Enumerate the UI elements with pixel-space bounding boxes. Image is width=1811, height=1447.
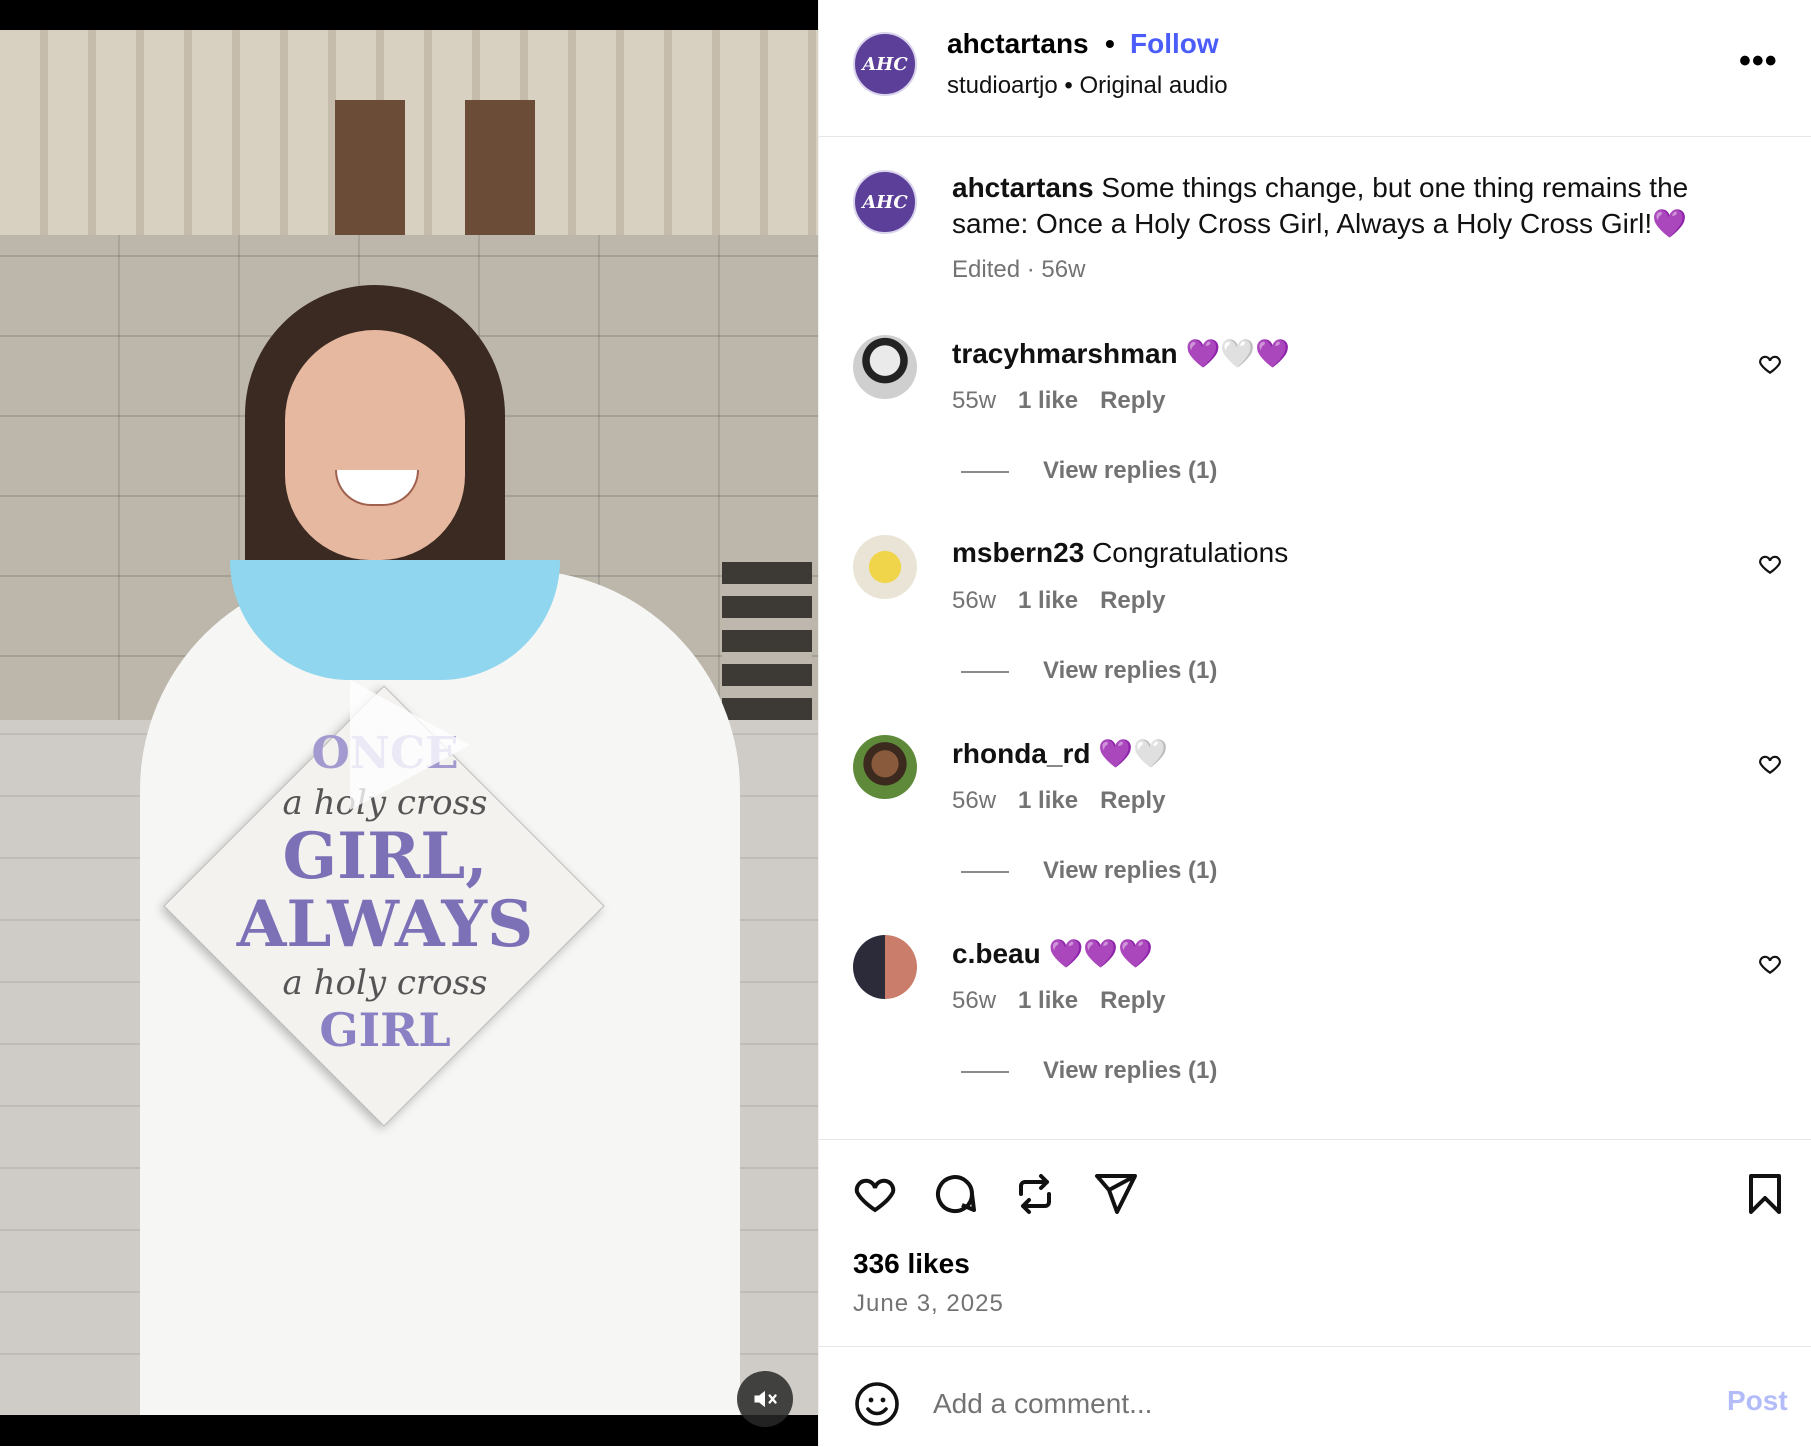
comment-input[interactable] [931, 1381, 1695, 1427]
follow-button[interactable]: Follow [1130, 28, 1219, 60]
comment-meta: 56w 1 like Reply [952, 987, 1187, 1015]
comment-likes[interactable]: 1 like [1018, 987, 1078, 1014]
caption-meta: Edited · 56w [952, 256, 1086, 283]
comment-likes[interactable]: 1 like [1018, 787, 1078, 814]
view-replies-label[interactable]: View replies (1) [1043, 857, 1217, 884]
cap-text-line: a holy cross [282, 963, 488, 1003]
comment-emoji: 💜🤍 [1098, 738, 1168, 769]
comment-item: rhonda_rd 💜🤍 56w 1 like Reply View replies… [819, 735, 1811, 935]
view-replies-button[interactable]: View replies (1) [961, 857, 1217, 885]
more-options-icon[interactable]: ••• [1739, 42, 1778, 81]
caption-username[interactable]: ahctartans [952, 172, 1094, 203]
audio-user[interactable]: studioartjo [947, 72, 1058, 99]
author-avatar[interactable]: AHC [853, 32, 917, 96]
repost-icon[interactable] [1011, 1170, 1059, 1218]
bookmark-icon[interactable] [1741, 1170, 1789, 1218]
person-face [285, 330, 465, 560]
replies-dash [961, 470, 1009, 473]
comment-like-heart-icon[interactable] [1757, 751, 1783, 777]
author-username[interactable]: ahctartans [947, 28, 1089, 60]
comment-item: msbern23 Congratulations 56w 1 like Reply … [819, 535, 1811, 735]
background-building [0, 30, 818, 240]
comment-age: 56w [952, 987, 997, 1014]
comment-like-heart-icon[interactable] [1757, 351, 1783, 377]
action-bar: 336 likes June 3, 2025 [819, 1139, 1811, 1350]
cap-text-line: GIRL, ALWAYS [236, 819, 534, 962]
comment-emoji: 💜🤍💜 [1185, 338, 1291, 369]
post-date: June 3, 2025 [853, 1290, 1004, 1317]
post-panel: AHC ahctartans • Follow studioartjo • Or… [818, 0, 1811, 1446]
view-replies-button[interactable]: View replies (1) [961, 657, 1217, 685]
purple-heart-emoji: 💜 [1652, 208, 1688, 239]
replies-dash [961, 870, 1009, 873]
avatar[interactable] [853, 935, 917, 999]
view-replies-button[interactable]: View replies (1) [961, 1057, 1217, 1085]
comment-text: c.beau 💜💜💜 [952, 937, 1153, 970]
comment-body: Congratulations [1092, 537, 1289, 568]
comment-text: msbern23 Congratulations [952, 537, 1288, 569]
comment-age: 56w [952, 587, 997, 614]
view-replies-button[interactable]: View replies (1) [961, 457, 1217, 485]
comment-age: 56w [952, 787, 997, 814]
comment-username[interactable]: rhonda_rd [952, 738, 1090, 769]
view-replies-label[interactable]: View replies (1) [1043, 457, 1217, 484]
comment-meta: 55w 1 like Reply [952, 387, 1187, 415]
view-replies-label[interactable]: View replies (1) [1043, 1057, 1217, 1084]
replies-dash [961, 670, 1009, 673]
reply-button[interactable]: Reply [1100, 787, 1165, 814]
play-icon[interactable] [350, 680, 470, 810]
comment-username[interactable]: msbern23 [952, 537, 1084, 568]
comment-bubble-icon[interactable] [931, 1170, 979, 1218]
post-header: AHC ahctartans • Follow studioartjo • Or… [819, 0, 1811, 137]
audio-attribution[interactable]: studioartjo • Original audio [947, 72, 1228, 100]
caption-body: ahctartans Some things change, but one t… [952, 170, 1752, 242]
comment-likes[interactable]: 1 like [1018, 387, 1078, 414]
comment-emoji: 💜💜💜 [1048, 938, 1154, 969]
post-caption: AHC ahctartans Some things change, but o… [819, 136, 1811, 306]
cap-text-line: GIRL [319, 1003, 451, 1057]
like-heart-icon[interactable] [851, 1170, 899, 1218]
avatar[interactable] [853, 735, 917, 799]
like-count[interactable]: 336 likes [853, 1248, 970, 1280]
avatar[interactable] [853, 535, 917, 599]
comment-meta: 56w 1 like Reply [952, 587, 1187, 615]
caption-author-avatar[interactable]: AHC [853, 170, 917, 234]
separator-dot: • [1064, 72, 1073, 99]
share-send-icon[interactable] [1091, 1170, 1139, 1218]
comment-username[interactable]: tracyhmarshman [952, 338, 1178, 369]
post-media[interactable]: ONCE a holy cross GIRL, ALWAYS a holy cr… [0, 0, 818, 1446]
comment-item: c.beau 💜💜💜 56w 1 like Reply View replies (… [819, 935, 1811, 1135]
replies-dash [961, 1070, 1009, 1073]
comment-age: 55w [952, 387, 997, 414]
reply-button[interactable]: Reply [1100, 387, 1165, 414]
comment-like-heart-icon[interactable] [1757, 951, 1783, 977]
comment-text: tracyhmarshman 💜🤍💜 [952, 337, 1290, 370]
comment-item: tracyhmarshman 💜🤍💜 55w 1 like Reply View r… [819, 335, 1811, 535]
muted-speaker-glyph [754, 1390, 777, 1408]
comment-composer: Post [819, 1346, 1811, 1447]
audio-label[interactable]: Original audio [1079, 72, 1227, 99]
comment-text: rhonda_rd 💜🤍 [952, 737, 1168, 770]
emoji-icon[interactable] [853, 1380, 901, 1428]
background-vent [722, 560, 812, 720]
video-frame[interactable]: ONCE a holy cross GIRL, ALWAYS a holy cr… [0, 30, 818, 1415]
post-button[interactable]: Post [1727, 1385, 1788, 1417]
comment-likes[interactable]: 1 like [1018, 587, 1078, 614]
view-replies-label[interactable]: View replies (1) [1043, 657, 1217, 684]
comment-meta: 56w 1 like Reply [952, 787, 1187, 815]
reply-button[interactable]: Reply [1100, 587, 1165, 614]
avatar[interactable] [853, 335, 917, 399]
comment-username[interactable]: c.beau [952, 938, 1041, 969]
comment-like-heart-icon[interactable] [1757, 551, 1783, 577]
separator-dot: • [1105, 28, 1115, 59]
muted-speaker-icon[interactable] [737, 1371, 793, 1427]
reply-button[interactable]: Reply [1100, 987, 1165, 1014]
